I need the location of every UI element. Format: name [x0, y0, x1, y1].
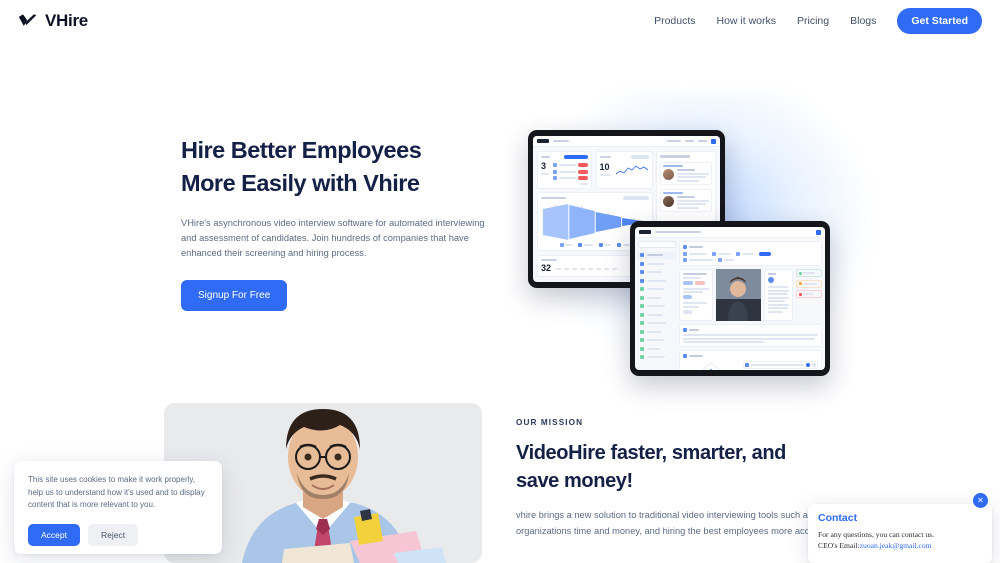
remarks-card	[679, 324, 822, 347]
contact-email-link[interactable]: zuoan.jeak@gmail.com	[860, 541, 932, 550]
cookie-consent-actions: Accept Reject	[28, 523, 208, 546]
brand-logo[interactable]: VHire	[18, 11, 88, 31]
nav-link-how-it-works[interactable]: How it works	[717, 15, 777, 27]
candidate-list-item[interactable]	[638, 286, 676, 293]
mock-breadcrumb	[655, 230, 701, 234]
candidate-video-thumbnail[interactable]	[716, 269, 761, 321]
hero-artwork: 3 10 32	[500, 82, 920, 392]
candidate-list-item[interactable]	[638, 269, 676, 276]
insights-card: 10	[595, 151, 653, 189]
nav-link-blogs[interactable]: Blogs	[850, 15, 876, 27]
reject-button[interactable]	[796, 290, 822, 298]
mock-nav-2	[685, 139, 694, 143]
candidate-body	[635, 238, 825, 370]
candidate-sidebar	[638, 241, 676, 370]
question-item[interactable]	[683, 287, 709, 299]
candidate-list-item[interactable]	[638, 311, 676, 318]
mock-brand-logo-icon	[639, 230, 651, 234]
question-item[interactable]	[683, 302, 709, 314]
candidate-list-item[interactable]	[638, 345, 676, 352]
status-filter-dropdown[interactable]	[638, 241, 676, 248]
candidate-list-item[interactable]	[638, 277, 676, 284]
decision-actions	[796, 269, 822, 321]
cookie-reject-button[interactable]: Reject	[88, 523, 139, 546]
candidate-list-item[interactable]	[638, 337, 676, 344]
mock-avatar-icon	[711, 138, 716, 144]
hero-subtitle: VHire's asynchronous video interview sof…	[181, 217, 485, 258]
cookie-consent-text: This site uses cookies to make it work p…	[28, 475, 205, 510]
candidate-detail-row	[679, 269, 822, 321]
standby-button[interactable]	[796, 279, 822, 288]
mock-brand-logo-icon	[537, 139, 549, 143]
contact-widget-title: Contact	[818, 512, 858, 524]
brand-name: VHire	[45, 11, 88, 30]
candidate-list-item[interactable]	[638, 251, 676, 259]
candidate-list-item[interactable]	[638, 320, 676, 327]
candidate-topbar	[635, 227, 825, 238]
hero-title-line-2: More Easily with Vhire	[181, 170, 420, 197]
get-started-button[interactable]: Get Started	[897, 8, 982, 34]
radar-chart-icon	[701, 362, 721, 370]
hero-title: Hire Better Employees More Easily with V…	[181, 134, 501, 201]
evaluation-notes-card	[764, 269, 793, 321]
mock-nav-3	[698, 139, 707, 143]
cookie-consent-banner: This site uses cookies to make it work p…	[14, 461, 222, 554]
hero-title-line-1: Hire Better Employees	[181, 137, 422, 163]
mock-breadcrumb	[553, 139, 569, 143]
candidate-list-item[interactable]	[638, 294, 676, 301]
hero-section: Hire Better Employees More Easily with V…	[0, 42, 1000, 390]
mock-avatar-icon	[816, 229, 821, 235]
contact-widget-body: For any questions, you can contact us. C…	[818, 529, 982, 551]
candidate-list-item[interactable]	[638, 260, 676, 267]
shortlist-button[interactable]	[796, 269, 822, 277]
candidate-portrait-icon	[716, 269, 761, 321]
insights-count: 10	[599, 162, 610, 172]
main-nav: Products How it works Pricing Blogs Get …	[654, 8, 982, 34]
close-icon[interactable]: ✕	[973, 493, 988, 508]
mission-eyebrow: OUR MISSION	[516, 418, 584, 427]
mock-nav-1	[667, 139, 681, 143]
candidate-main	[679, 241, 822, 370]
candidate-list-item[interactable]	[638, 354, 676, 361]
cookie-accept-button[interactable]: Accept	[28, 523, 80, 546]
jobs-card: 3	[537, 151, 592, 189]
response-item[interactable]	[660, 161, 712, 185]
response-item[interactable]	[660, 188, 712, 212]
insights-sparkline-icon	[615, 165, 648, 175]
vhire-checkmark-logo-icon	[18, 14, 37, 26]
dashboard-topbar	[533, 136, 720, 147]
question-item[interactable]	[683, 273, 709, 285]
candidate-review-device-mockup	[630, 221, 830, 376]
mission-title-line-1: VideoHire faster, smarter, and	[516, 442, 786, 464]
applicants-count: 32	[541, 263, 552, 273]
landing-page: VHire Products How it works Pricing Blog…	[0, 0, 1000, 563]
nav-link-pricing[interactable]: Pricing	[797, 15, 829, 27]
contact-email-label: CEO's Email:	[818, 541, 860, 550]
nav-link-products[interactable]: Products	[654, 15, 695, 27]
candidate-list-item[interactable]	[638, 328, 676, 335]
question-list	[679, 269, 713, 321]
contact-line-1: For any questions, you can contact us.	[818, 530, 934, 539]
candidate-review-screen	[635, 227, 825, 370]
candidate-header-card	[679, 241, 822, 266]
candidate-list-item[interactable]	[638, 303, 676, 310]
mission-title-line-2: save money!	[516, 469, 633, 492]
answer-score-card	[679, 350, 822, 370]
hero-copy: Hire Better Employees More Easily with V…	[181, 134, 501, 311]
score-row	[743, 361, 818, 369]
contact-widget: ✕ Contact For any questions, you can con…	[808, 493, 992, 563]
site-header: VHire Products How it works Pricing Blog…	[0, 0, 1000, 42]
signup-for-free-button[interactable]: Signup For Free	[181, 279, 288, 311]
jobs-count: 3	[541, 161, 547, 171]
mission-title: VideoHire faster, smarter, and save mone…	[516, 440, 916, 495]
